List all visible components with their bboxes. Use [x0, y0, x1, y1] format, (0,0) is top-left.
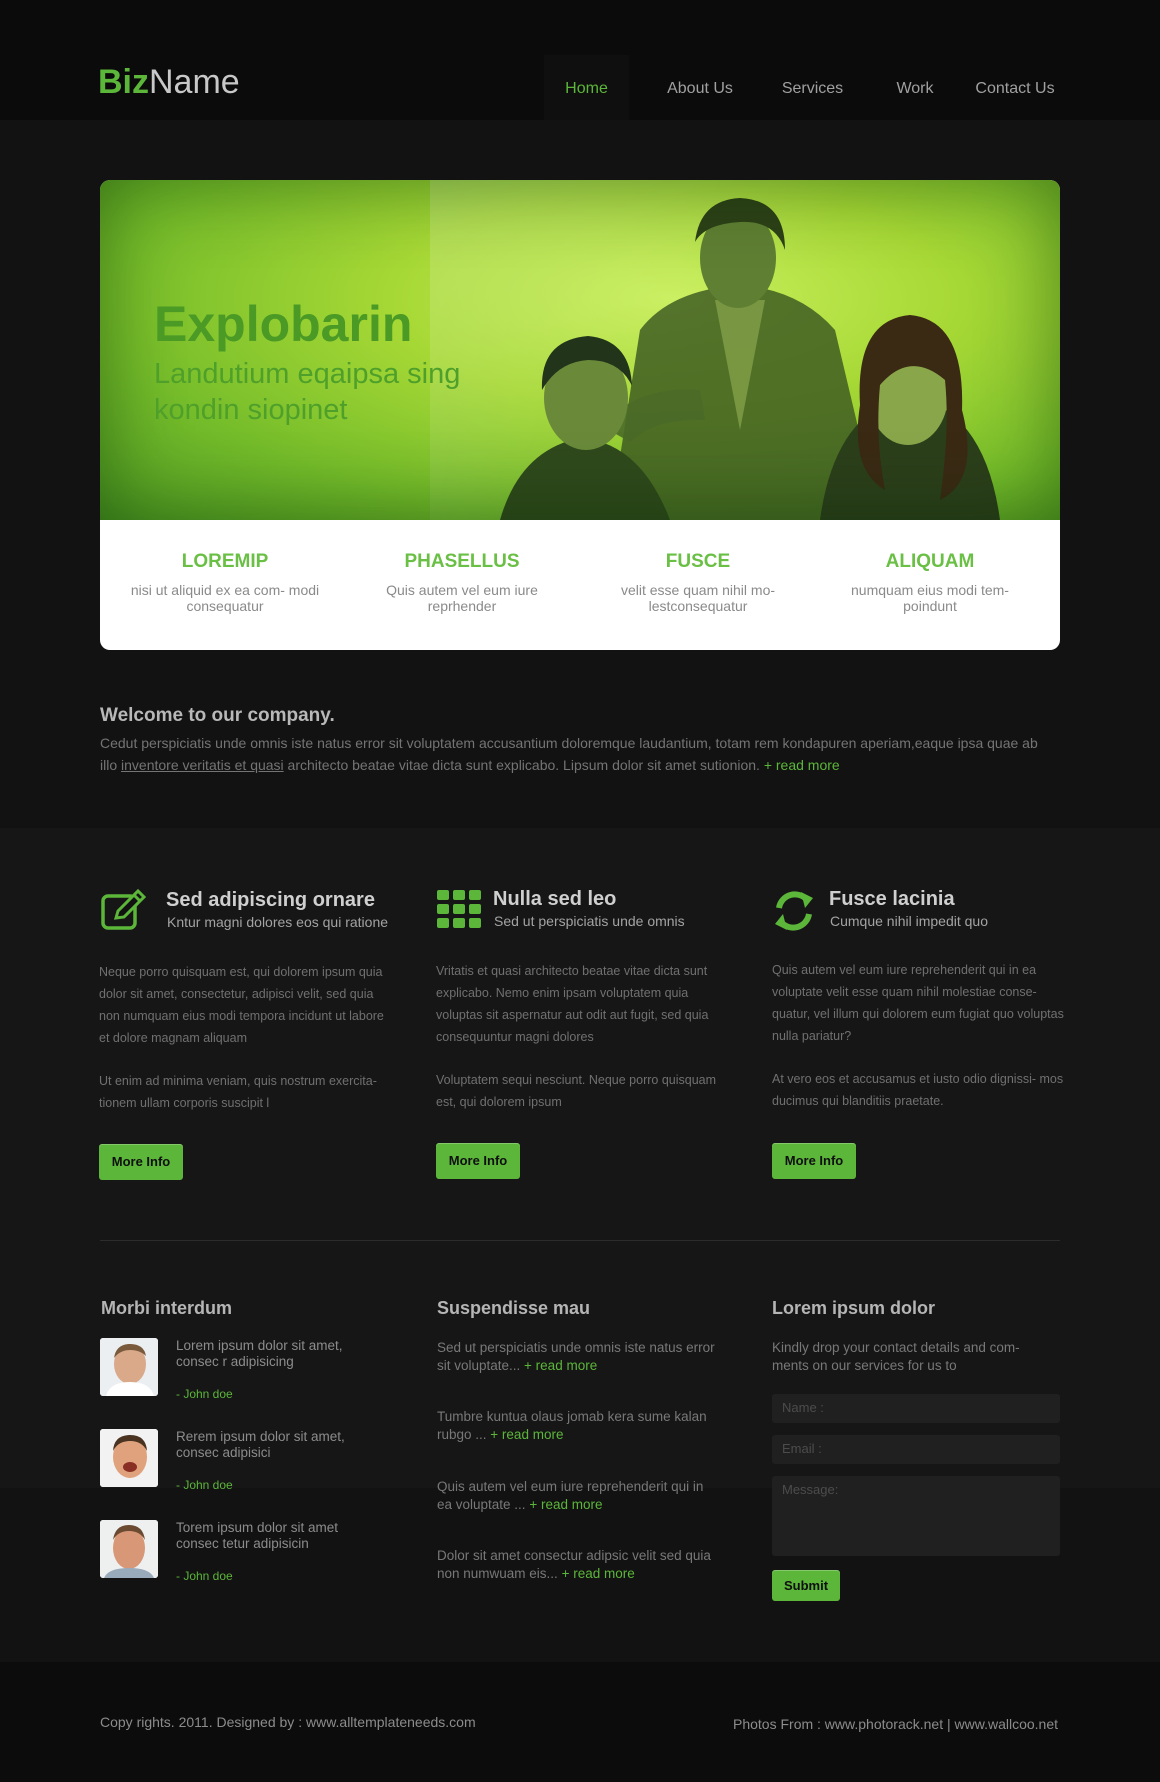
testimonial-author: - John doe — [176, 1478, 233, 1492]
suspendisse-item-text: Tumbre kuntua olaus jomab kera sume kala… — [437, 1409, 707, 1442]
column-paragraph: Voluptatem sequi nesciunt. Neque porro q… — [436, 1073, 717, 1109]
column-subtitle: Sed ut perspiciatis unde omnis — [494, 913, 685, 929]
testimonial-author: - John doe — [176, 1387, 233, 1401]
more-info-button[interactable]: More Info — [99, 1144, 183, 1180]
suspendisse-item: Dolor sit amet consectur adipsic velit s… — [437, 1547, 717, 1583]
feature-aliquam: ALIQUAM numquam eius modi tem- poindunt — [830, 550, 1030, 614]
testimonials-title: Morbi interdum — [101, 1298, 232, 1318]
hero-panel: Explobarin Landutium eqaipsa sing kondin… — [100, 180, 1060, 650]
message-field[interactable]: Message: — [772, 1476, 1060, 1556]
column-title: Sed adipiscing ornare — [166, 889, 375, 911]
welcome-text: Cedut perspiciatis unde omnis iste natus… — [100, 732, 1055, 776]
photo-credits: Photos From : www.photorack.net | www.wa… — [733, 1716, 1058, 1732]
column-title: Nulla sed leo — [493, 888, 617, 910]
feature-fusce: FUSCE velit esse quam nihil mo- lestcons… — [598, 550, 798, 614]
testimonial-author: - John doe — [176, 1569, 233, 1583]
testimonial-text: Torem ipsum dolor sit amet consec tetur … — [176, 1520, 339, 1551]
feature-title[interactable]: PHASELLUS — [362, 550, 562, 574]
welcome-title: Welcome to our company. — [100, 705, 335, 726]
feature-phasellus: PHASELLUS Quis autem vel eum iure reprhe… — [362, 550, 562, 614]
column-subtitle: Kntur magni dolores eos qui ratione — [167, 914, 389, 930]
column-title: Fusce lacinia — [829, 888, 955, 910]
column-paragraph: Vritatis et quasi architecto beatae vita… — [436, 964, 709, 1044]
feature-loremip: LOREMIP nisi ut aliquid ex ea com- modi … — [125, 550, 325, 614]
avatar — [100, 1338, 158, 1396]
section-divider — [100, 1240, 1060, 1241]
feature-text: Quis autem vel eum iure reprhender — [386, 582, 538, 614]
read-more-link[interactable]: + read more — [524, 1358, 597, 1373]
logo-part-biz: Biz — [98, 63, 149, 101]
suspendisse-item: Sed ut perspiciatis unde omnis iste natu… — [437, 1339, 717, 1375]
copyright-text: Copy rights. 2011. Designed by : www.all… — [100, 1714, 476, 1730]
nav-contact-us[interactable]: Contact Us — [965, 79, 1065, 99]
logo[interactable]: BizName — [98, 60, 240, 104]
read-more-link[interactable]: + read more — [562, 1566, 635, 1581]
suspendisse-item: Quis autem vel eum iure reprehenderit qu… — [437, 1478, 717, 1514]
avatar — [100, 1429, 158, 1487]
column-paragraph: Neque porro quisquam est, qui dolorem ip… — [99, 965, 384, 1045]
testimonial-text: Lorem ipsum dolor sit amet, consec r adi… — [176, 1338, 343, 1369]
column-paragraph: Quis autem vel eum iure reprehenderit qu… — [772, 963, 1064, 1043]
feature-text: numquam eius modi tem- poindunt — [851, 582, 1009, 614]
email-field[interactable]: Email : — [772, 1435, 1060, 1464]
refresh-icon — [775, 891, 813, 931]
nav-work[interactable]: Work — [880, 79, 950, 99]
welcome-underlined-link[interactable]: inventore veritatis et quasi — [121, 757, 284, 773]
feature-title[interactable]: ALIQUAM — [830, 550, 1030, 574]
nav-home[interactable]: Home — [544, 79, 629, 99]
column-subtitle: Cumque nihil impedit quo — [830, 913, 988, 929]
edit-icon — [101, 888, 146, 930]
nav-about-us[interactable]: About Us — [650, 79, 750, 99]
contact-title: Lorem ipsum dolor — [772, 1298, 936, 1318]
welcome-read-more-link[interactable]: + read more — [764, 757, 840, 773]
read-more-link[interactable]: + read more — [529, 1497, 602, 1512]
nav-services[interactable]: Services — [765, 79, 860, 99]
feature-title[interactable]: FUSCE — [598, 550, 798, 574]
feature-title[interactable]: LOREMIP — [125, 550, 325, 574]
hero-subtitle: Landutium eqaipsa sing kondin siopinet — [154, 358, 461, 426]
avatar — [100, 1520, 158, 1578]
more-info-button[interactable]: More Info — [436, 1143, 520, 1179]
hero-banner: Explobarin Landutium eqaipsa sing kondin… — [100, 180, 1060, 520]
logo-part-name: Name — [149, 63, 240, 101]
suspendisse-item: Tumbre kuntua olaus jomab kera sume kala… — [437, 1408, 717, 1444]
submit-button[interactable]: Submit — [772, 1570, 840, 1601]
grid-icon — [437, 890, 481, 928]
name-field[interactable]: Name : — [772, 1394, 1060, 1423]
contact-text: Kindly drop your contact details and com… — [772, 1340, 1020, 1373]
hero-title: Explobarin — [154, 296, 413, 352]
feature-text: nisi ut aliquid ex ea com- modi consequa… — [130, 582, 320, 614]
column-paragraph: Ut enim ad minima veniam, quis nostrum e… — [99, 1074, 377, 1110]
read-more-link[interactable]: + read more — [490, 1427, 563, 1442]
feature-text: velit esse quam nihil mo- lestconsequatu… — [620, 582, 776, 614]
column-paragraph: At vero eos et accusamus et iusto odio d… — [772, 1072, 1064, 1108]
more-info-button[interactable]: More Info — [772, 1143, 856, 1179]
testimonial-text: Rerem ipsum dolor sit amet, consec adipi… — [176, 1429, 345, 1460]
welcome-text-end: architecto beatae vitae dicta sunt expli… — [283, 757, 764, 773]
suspendisse-title: Suspendisse mau — [437, 1298, 591, 1318]
